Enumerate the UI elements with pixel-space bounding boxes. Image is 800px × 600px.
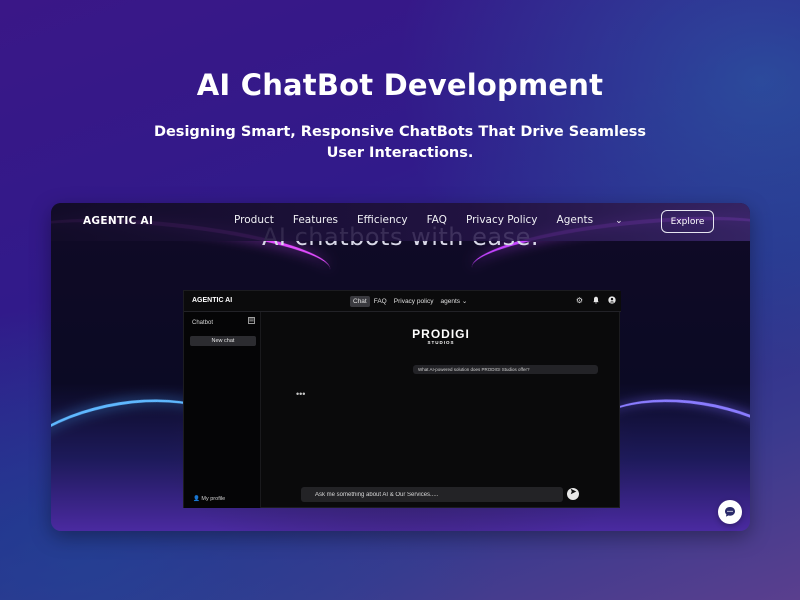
app-menu-faq[interactable]: FAQ [371, 296, 390, 307]
user-message-bubble: What AI-powered solution does PRODIGI St… [413, 365, 598, 374]
nav-link-faq[interactable]: FAQ [427, 214, 447, 226]
nav-link-privacy-policy[interactable]: Privacy Policy [466, 214, 538, 226]
sidebar-title: Chatbot [192, 320, 214, 326]
app-menu-agents-label: agents [440, 298, 461, 305]
app-logo[interactable]: AGENTIC AI [192, 297, 232, 304]
app-icons: ⚙ [575, 296, 616, 305]
app-menu-privacy-policy[interactable]: Privacy policy [391, 296, 437, 307]
chat-widget-button[interactable] [718, 500, 742, 524]
app-sidebar: Chatbot ▤ New chat 👤 My profile [184, 312, 261, 508]
app-topbar: AGENTIC AI Chat FAQ Privacy policy agent… [184, 291, 621, 312]
hero-subtitle: Designing Smart, Responsive ChatBots Tha… [153, 124, 647, 161]
showcase-frame: AI chatbots with ease. AGENTIC AI Produc… [51, 203, 750, 531]
chevron-down-icon: ⌄ [461, 298, 468, 305]
nav-link-product[interactable]: Product [234, 214, 274, 226]
chevron-down-icon: ⌄ [615, 216, 623, 226]
nav-link-efficiency[interactable]: Efficiency [357, 214, 408, 226]
user-icon[interactable] [607, 296, 616, 305]
nav-link-features[interactable]: Features [293, 214, 338, 226]
site-logo[interactable]: AGENTIC AI [83, 215, 153, 227]
chat-input[interactable] [301, 487, 563, 502]
nav-links: Product Features Efficiency FAQ Privacy … [234, 214, 661, 226]
nav-link-agents[interactable]: Agents ⌄ [557, 214, 642, 226]
my-profile-label: My profile [201, 496, 226, 502]
profile-icon: 👤 [193, 496, 200, 502]
typing-indicator: ••• [296, 389, 306, 399]
app-menu: Chat FAQ Privacy policy agents ⌄ [350, 295, 471, 307]
my-profile-link[interactable]: 👤 My profile [193, 496, 225, 502]
nav-link-agents-label: Agents [556, 214, 594, 226]
site-navbar: AGENTIC AI Product Features Efficiency F… [51, 203, 750, 241]
new-chat-button[interactable]: New chat [190, 336, 256, 346]
send-icon [570, 488, 576, 495]
chat-bubble-icon [725, 507, 735, 517]
gear-icon[interactable]: ⚙ [575, 296, 584, 305]
app-menu-chat[interactable]: Chat [350, 295, 370, 307]
prodigi-studios-logo: PRODIGI STUDIOS [411, 328, 471, 346]
send-button[interactable] [567, 488, 579, 500]
brand-main-text: PRODIGI [412, 327, 470, 341]
bell-icon[interactable] [591, 296, 600, 305]
explore-button[interactable]: Explore [661, 210, 714, 233]
chatbot-app-window: AGENTIC AI Chat FAQ Privacy policy agent… [183, 290, 621, 508]
app-menu-agents[interactable]: agents ⌄ [437, 295, 470, 307]
hero-title: AI ChatBot Development [196, 68, 604, 102]
sidebar-toggle-icon[interactable]: ▤ [248, 317, 255, 324]
